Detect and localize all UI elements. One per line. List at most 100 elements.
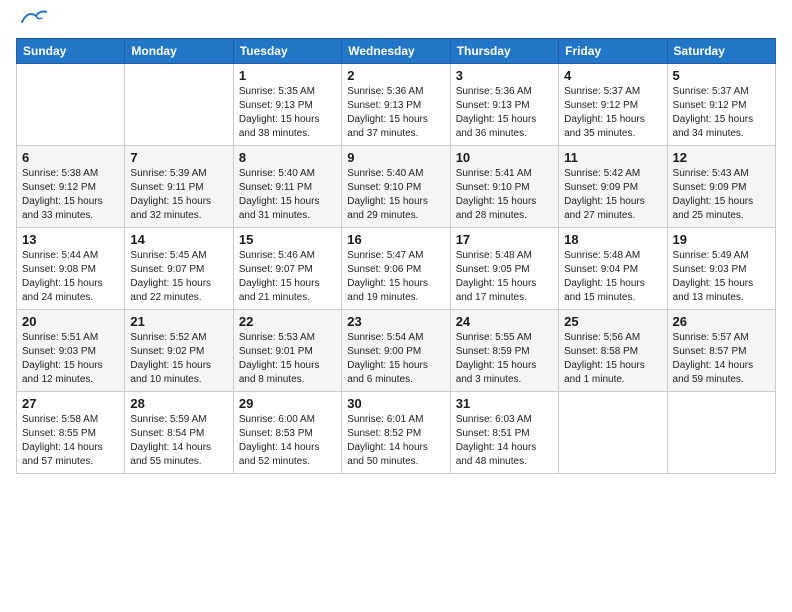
day-number: 18 [564, 232, 661, 247]
calendar-cell [17, 64, 125, 146]
day-number: 14 [130, 232, 227, 247]
day-number: 12 [673, 150, 770, 165]
day-number: 16 [347, 232, 444, 247]
calendar-cell: 7 Sunrise: 5:39 AM Sunset: 9:11 PM Daylig… [125, 146, 233, 228]
cell-sun-info: Sunrise: 6:03 AM Sunset: 8:51 PM Dayligh… [456, 413, 553, 469]
calendar-cell: 19 Sunrise: 5:49 AM Sunset: 9:03 PM Dayli… [667, 228, 775, 310]
calendar-cell: 28Sunrise: 5:59 AM Sunset: 8:54 PM Dayli… [125, 392, 233, 474]
cell-sun-info: Sunrise: 5:37 AM Sunset: 9:12 PM Dayligh… [673, 85, 770, 141]
day-number: 13 [22, 232, 119, 247]
day-number: 29 [239, 396, 336, 411]
calendar-cell: 5 Sunrise: 5:37 AM Sunset: 9:12 PM Daylig… [667, 64, 775, 146]
weekday-header-wednesday: Wednesday [342, 39, 450, 64]
cell-sun-info: Sunrise: 6:01 AM Sunset: 8:52 PM Dayligh… [347, 413, 444, 469]
page-header [16, 16, 776, 26]
calendar-cell: 27Sunrise: 5:58 AM Sunset: 8:55 PM Dayli… [17, 392, 125, 474]
day-number: 23 [347, 314, 444, 329]
calendar-cell: 22 Sunrise: 5:53 AM Sunset: 9:01 PM Dayli… [233, 310, 341, 392]
calendar-cell: 11 Sunrise: 5:42 AM Sunset: 9:09 PM Dayli… [559, 146, 667, 228]
day-number: 2 [347, 68, 444, 83]
cell-sun-info: Sunrise: 5:40 AM Sunset: 9:10 PM Dayligh… [347, 167, 444, 223]
calendar-cell: 20 Sunrise: 5:51 AM Sunset: 9:03 PM Dayli… [17, 310, 125, 392]
weekday-header-saturday: Saturday [667, 39, 775, 64]
calendar-cell: 14 Sunrise: 5:45 AM Sunset: 9:07 PM Dayli… [125, 228, 233, 310]
calendar-cell: 17 Sunrise: 5:48 AM Sunset: 9:05 PM Dayli… [450, 228, 558, 310]
calendar-cell: 3Sunrise: 5:36 AM Sunset: 9:13 PM Daylig… [450, 64, 558, 146]
cell-sun-info: Sunrise: 5:52 AM Sunset: 9:02 PM Dayligh… [130, 331, 227, 387]
day-number: 17 [456, 232, 553, 247]
cell-sun-info: Sunrise: 5:49 AM Sunset: 9:03 PM Dayligh… [673, 249, 770, 305]
calendar-cell: 12 Sunrise: 5:43 AM Sunset: 9:09 PM Dayli… [667, 146, 775, 228]
cell-sun-info: Sunrise: 5:35 AM Sunset: 9:13 PM Dayligh… [239, 85, 336, 141]
day-number: 11 [564, 150, 661, 165]
cell-sun-info: Sunrise: 5:41 AM Sunset: 9:10 PM Dayligh… [456, 167, 553, 223]
day-number: 4 [564, 68, 661, 83]
cell-sun-info: Sunrise: 5:48 AM Sunset: 9:05 PM Dayligh… [456, 249, 553, 305]
calendar-cell: 16Sunrise: 5:47 AM Sunset: 9:06 PM Dayli… [342, 228, 450, 310]
day-number: 20 [22, 314, 119, 329]
cell-sun-info: Sunrise: 5:45 AM Sunset: 9:07 PM Dayligh… [130, 249, 227, 305]
day-number: 10 [456, 150, 553, 165]
calendar-cell: 2 Sunrise: 5:36 AM Sunset: 9:13 PM Daylig… [342, 64, 450, 146]
day-number: 6 [22, 150, 119, 165]
cell-sun-info: Sunrise: 5:57 AM Sunset: 8:57 PM Dayligh… [673, 331, 770, 387]
cell-sun-info: Sunrise: 5:44 AM Sunset: 9:08 PM Dayligh… [22, 249, 119, 305]
day-number: 22 [239, 314, 336, 329]
calendar-cell: 13 Sunrise: 5:44 AM Sunset: 9:08 PM Dayli… [17, 228, 125, 310]
weekday-header-row: SundayMondayTuesdayWednesdayThursdayFrid… [17, 39, 776, 64]
cell-sun-info: Sunrise: 5:38 AM Sunset: 9:12 PM Dayligh… [22, 167, 119, 223]
logo [16, 16, 48, 26]
calendar-cell: 31Sunrise: 6:03 AM Sunset: 8:51 PM Dayli… [450, 392, 558, 474]
cell-sun-info: Sunrise: 5:42 AM Sunset: 9:09 PM Dayligh… [564, 167, 661, 223]
calendar-cell: 1Sunrise: 5:35 AM Sunset: 9:13 PM Daylig… [233, 64, 341, 146]
calendar-week-row: 6 Sunrise: 5:38 AM Sunset: 9:12 PM Daylig… [17, 146, 776, 228]
cell-sun-info: Sunrise: 5:46 AM Sunset: 9:07 PM Dayligh… [239, 249, 336, 305]
calendar-cell [559, 392, 667, 474]
calendar-week-row: 20 Sunrise: 5:51 AM Sunset: 9:03 PM Dayli… [17, 310, 776, 392]
calendar-cell: 24 Sunrise: 5:55 AM Sunset: 8:59 PM Dayli… [450, 310, 558, 392]
calendar-cell: 25 Sunrise: 5:56 AM Sunset: 8:58 PM Dayli… [559, 310, 667, 392]
calendar-cell: 23 Sunrise: 5:54 AM Sunset: 9:00 PM Dayli… [342, 310, 450, 392]
cell-sun-info: Sunrise: 5:56 AM Sunset: 8:58 PM Dayligh… [564, 331, 661, 387]
cell-sun-info: Sunrise: 5:48 AM Sunset: 9:04 PM Dayligh… [564, 249, 661, 305]
cell-sun-info: Sunrise: 5:59 AM Sunset: 8:54 PM Dayligh… [130, 413, 227, 469]
calendar-cell: 18 Sunrise: 5:48 AM Sunset: 9:04 PM Dayli… [559, 228, 667, 310]
day-number: 30 [347, 396, 444, 411]
calendar-cell [125, 64, 233, 146]
day-number: 8 [239, 150, 336, 165]
calendar-cell: 30 Sunrise: 6:01 AM Sunset: 8:52 PM Dayli… [342, 392, 450, 474]
day-number: 19 [673, 232, 770, 247]
cell-sun-info: Sunrise: 5:53 AM Sunset: 9:01 PM Dayligh… [239, 331, 336, 387]
cell-sun-info: Sunrise: 5:36 AM Sunset: 9:13 PM Dayligh… [347, 85, 444, 141]
cell-sun-info: Sunrise: 5:37 AM Sunset: 9:12 PM Dayligh… [564, 85, 661, 141]
calendar-cell: 6 Sunrise: 5:38 AM Sunset: 9:12 PM Daylig… [17, 146, 125, 228]
calendar-cell: 26Sunrise: 5:57 AM Sunset: 8:57 PM Dayli… [667, 310, 775, 392]
calendar-week-row: 27Sunrise: 5:58 AM Sunset: 8:55 PM Dayli… [17, 392, 776, 474]
day-number: 15 [239, 232, 336, 247]
day-number: 5 [673, 68, 770, 83]
calendar-cell: 15 Sunrise: 5:46 AM Sunset: 9:07 PM Dayli… [233, 228, 341, 310]
calendar-week-row: 1Sunrise: 5:35 AM Sunset: 9:13 PM Daylig… [17, 64, 776, 146]
weekday-header-monday: Monday [125, 39, 233, 64]
day-number: 7 [130, 150, 227, 165]
day-number: 24 [456, 314, 553, 329]
weekday-header-sunday: Sunday [17, 39, 125, 64]
calendar-cell: 4 Sunrise: 5:37 AM Sunset: 9:12 PM Daylig… [559, 64, 667, 146]
day-number: 25 [564, 314, 661, 329]
calendar-cell: 9Sunrise: 5:40 AM Sunset: 9:10 PM Daylig… [342, 146, 450, 228]
cell-sun-info: Sunrise: 5:43 AM Sunset: 9:09 PM Dayligh… [673, 167, 770, 223]
weekday-header-thursday: Thursday [450, 39, 558, 64]
weekday-header-tuesday: Tuesday [233, 39, 341, 64]
calendar-cell: 29 Sunrise: 6:00 AM Sunset: 8:53 PM Dayli… [233, 392, 341, 474]
cell-sun-info: Sunrise: 5:51 AM Sunset: 9:03 PM Dayligh… [22, 331, 119, 387]
cell-sun-info: Sunrise: 5:40 AM Sunset: 9:11 PM Dayligh… [239, 167, 336, 223]
calendar-table: SundayMondayTuesdayWednesdayThursdayFrid… [16, 38, 776, 474]
cell-sun-info: Sunrise: 5:55 AM Sunset: 8:59 PM Dayligh… [456, 331, 553, 387]
calendar-cell: 8 Sunrise: 5:40 AM Sunset: 9:11 PM Daylig… [233, 146, 341, 228]
day-number: 27 [22, 396, 119, 411]
calendar-cell: 21 Sunrise: 5:52 AM Sunset: 9:02 PM Dayli… [125, 310, 233, 392]
cell-sun-info: Sunrise: 6:00 AM Sunset: 8:53 PM Dayligh… [239, 413, 336, 469]
cell-sun-info: Sunrise: 5:54 AM Sunset: 9:00 PM Dayligh… [347, 331, 444, 387]
day-number: 21 [130, 314, 227, 329]
cell-sun-info: Sunrise: 5:39 AM Sunset: 9:11 PM Dayligh… [130, 167, 227, 223]
